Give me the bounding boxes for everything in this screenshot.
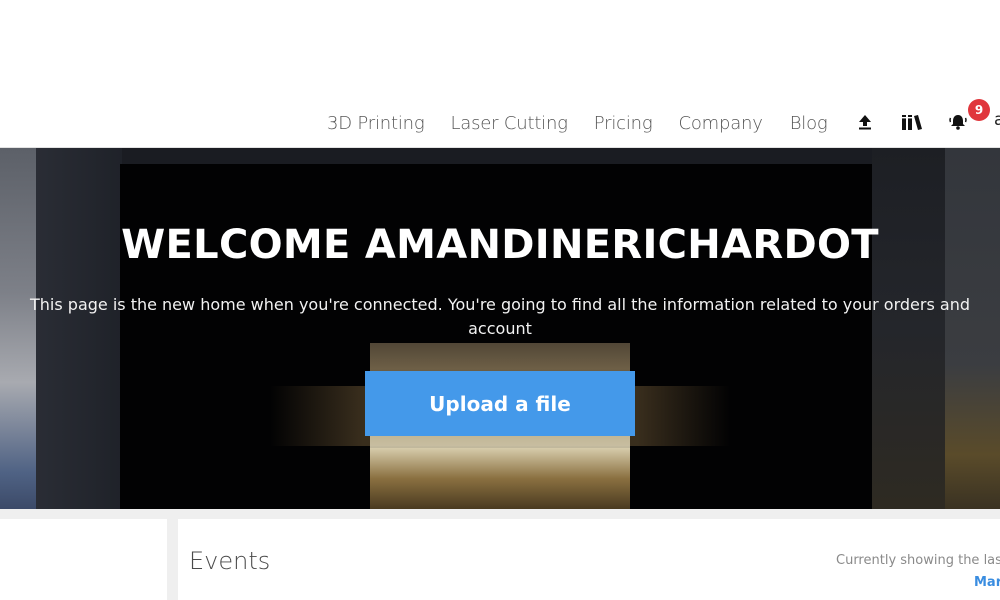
nav-link-company[interactable]: Company — [678, 113, 762, 134]
welcome-subtitle: This page is the new home when you're co… — [30, 295, 970, 338]
welcome-title: WELCOME AMANDINERICHARDOT — [121, 222, 879, 268]
upload-file-button[interactable]: Upload a file — [365, 371, 635, 436]
nav-link-laser-cutting[interactable]: Laser Cutting — [450, 113, 568, 134]
top-navbar: 3D Printing Laser Cutting Pricing Compan… — [0, 0, 1000, 148]
left-panel — [0, 519, 167, 600]
nav-link-blog[interactable]: Blog — [790, 113, 828, 134]
events-title: Events — [189, 547, 271, 575]
notification-badge[interactable]: 9 — [968, 99, 990, 121]
hero-banner: WELCOME AMANDINERICHARDOT This page is t… — [0, 148, 1000, 509]
main-nav: 3D Printing Laser Cutting Pricing Compan… — [327, 108, 828, 138]
events-link[interactable]: Mar — [974, 575, 1000, 590]
events-panel: Events Currently showing the las Mar — [178, 519, 1000, 600]
upload-icon[interactable] — [855, 112, 875, 132]
hero-background-image — [370, 448, 630, 509]
nav-link-3d-printing[interactable]: 3D Printing — [327, 113, 425, 134]
library-icon[interactable] — [900, 112, 924, 132]
bell-icon[interactable] — [948, 112, 968, 132]
nav-link-pricing[interactable]: Pricing — [594, 113, 653, 134]
events-status-text: Currently showing the las — [836, 553, 1000, 568]
user-menu[interactable]: a — [994, 110, 1000, 130]
dashboard-content: Events Currently showing the las Mar — [0, 509, 1000, 600]
